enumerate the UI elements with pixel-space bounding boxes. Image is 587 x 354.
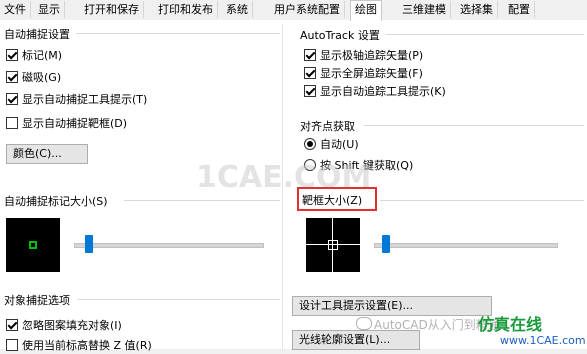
checkbox-checked[interactable] [6,49,18,61]
marker-size-preview [6,218,60,272]
tab-3d-modeling[interactable]: 三维建模 [398,1,451,18]
tab-display[interactable]: 显示 [34,1,65,18]
tab-system[interactable]: 系统 [222,1,253,18]
checkbox-unchecked[interactable] [6,339,18,351]
autosnap-separator [76,33,280,34]
drafting-tooltip-settings-button[interactable]: 设计工具提示设置(E)... [292,296,492,316]
tab-bar: 文件 显示 打开和保存 打印和发布 系统 用户系统配置 绘图 三维建模 选择集 … [0,0,587,21]
aperture-size-separator [380,200,584,201]
aperture-size-slider-track[interactable] [374,243,558,248]
marker-size-slider-track[interactable] [74,243,264,248]
marker-size-slider-thumb[interactable] [85,235,93,253]
checkbox-checked[interactable] [6,319,18,331]
checkbox-checked[interactable] [304,85,316,97]
autotrack-tooltip-checkbox[interactable]: 显示自动追踪工具提示(K) [304,84,446,100]
aperture-box-icon [328,240,338,250]
object-snap-title: 对象捕捉选项 [4,292,70,308]
ignore-hatch-checkbox[interactable]: 忽略图案填充对象(I) [6,318,122,334]
polar-tracking-vector-checkbox[interactable]: 显示极轴追踪矢量(P) [304,48,423,64]
alignment-separator [364,125,584,126]
lights-glyph-settings-button[interactable]: 光线轮廓设置(L)... [292,330,420,350]
autotrack-title: AutoTrack 设置 [300,27,380,43]
tab-file[interactable]: 文件 [0,1,31,18]
object-snap-separator [78,299,280,300]
aperture-size-slider-thumb[interactable] [382,235,390,253]
tab-user-preferences[interactable]: 用户系统配置 [270,1,345,18]
color-button[interactable]: 颜色(C)... [6,144,88,164]
fullscreen-tracking-vector-checkbox[interactable]: 显示全屏追踪矢量(F) [304,66,423,82]
marker-size-separator [124,200,280,201]
marker-size-title: 自动捕捉标记大小(S) [4,193,108,209]
autosnap-magnet-checkbox[interactable]: 磁吸(G) [6,70,61,86]
alignment-title: 对齐点获取 [300,118,355,134]
alignment-auto-radio[interactable]: 自动(U) [304,137,359,153]
checkbox-unchecked[interactable] [6,117,18,129]
autosnap-title: 自动捕捉设置 [4,26,70,42]
radio-selected[interactable] [304,138,316,150]
aperture-size-title: 靶框大小(Z) [302,194,363,207]
checkbox-checked[interactable] [304,67,316,79]
checkbox-checked[interactable] [6,93,18,105]
autotrack-separator [386,34,584,35]
tab-profiles[interactable]: 配置 [504,1,535,18]
autosnap-marker-checkbox[interactable]: 标记(M) [6,48,62,64]
replace-z-checkbox[interactable]: 使用当前标高替换 Z 值(R) [6,338,152,354]
tab-selection[interactable]: 选择集 [456,1,498,18]
aperture-size-preview [306,218,360,272]
brand-logo-text: 仿真在线 [478,315,543,334]
wechat-icon [356,317,372,330]
checkbox-checked[interactable] [304,49,316,61]
autosnap-tooltip-checkbox[interactable]: 显示自动捕捉工具提示(T) [6,92,147,108]
drafting-panel: 自动捕捉设置 标记(M) 磁吸(G) 显示自动捕捉工具提示(T) 显示自动捕捉靶… [0,20,587,352]
tab-drafting[interactable]: 绘图 [350,0,382,21]
brand-url: www.1CAE.com [500,334,586,347]
tab-plot-publish[interactable]: 打印和发布 [154,1,218,18]
marker-square-icon [29,241,37,249]
autosnap-aperture-box-checkbox[interactable]: 显示自动捕捉靶框(D) [6,116,127,132]
checkbox-checked[interactable] [6,71,18,83]
tab-open-save[interactable]: 打开和保存 [80,1,144,18]
